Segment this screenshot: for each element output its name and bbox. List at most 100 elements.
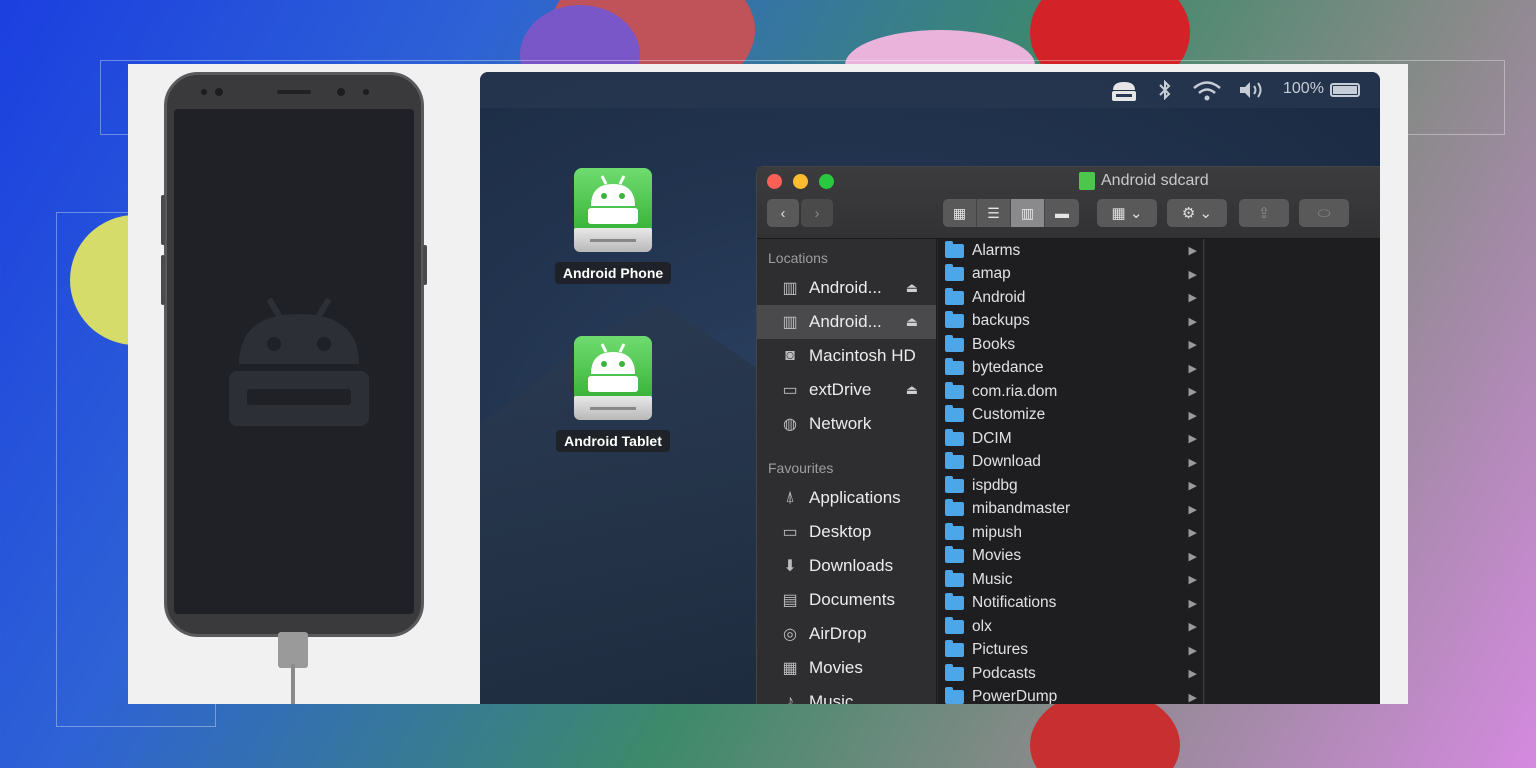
phone-sensor bbox=[201, 89, 207, 95]
desktop-icon-label: Android Phone bbox=[554, 262, 672, 284]
eject-icon[interactable]: ⏏ bbox=[906, 314, 918, 330]
sidebar-item-music[interactable]: ♪ Music bbox=[757, 685, 936, 704]
folder-row[interactable]: Music ▶ bbox=[938, 568, 1203, 592]
battery-icon[interactable] bbox=[1330, 83, 1360, 97]
chevron-right-icon: ▶ bbox=[1188, 691, 1197, 704]
folder-name: mipush bbox=[972, 523, 1022, 541]
download-icon: ⬇ bbox=[783, 558, 797, 575]
sidebar-item-label: Desktop bbox=[809, 522, 872, 541]
folder-row[interactable]: mibandmaster ▶ bbox=[938, 498, 1203, 522]
close-window-button[interactable] bbox=[767, 174, 782, 189]
sidebar-item-macintosh-hd[interactable]: ◙ Macintosh HD bbox=[757, 339, 936, 373]
folder-row[interactable]: Podcasts ▶ bbox=[938, 662, 1203, 686]
phone-sensor bbox=[363, 89, 369, 95]
gallery-view-button[interactable]: ▬ bbox=[1045, 199, 1079, 227]
folder-name: Alarms bbox=[972, 241, 1021, 259]
folder-row[interactable]: Movies ▶ bbox=[938, 545, 1203, 569]
folder-row[interactable]: Notifications ▶ bbox=[938, 592, 1203, 616]
sidebar-item-extdrive[interactable]: ▭ extDrive ⏏ bbox=[757, 373, 936, 407]
folder-row[interactable]: com.ria.dom ▶ bbox=[938, 380, 1203, 404]
globe-icon: ◍ bbox=[783, 416, 797, 433]
chevron-right-icon: ▶ bbox=[1188, 527, 1197, 540]
sidebar-item-android-2[interactable]: ▥ Android... ⏏ bbox=[757, 305, 936, 339]
list-view-button[interactable]: ☰ bbox=[977, 199, 1011, 227]
folder-row[interactable]: mipush ▶ bbox=[938, 521, 1203, 545]
bluetooth-icon[interactable] bbox=[1156, 79, 1174, 105]
sidebar-item-android-1[interactable]: ▥ Android... ⏏ bbox=[757, 271, 936, 305]
sidebar-item-label: Music bbox=[809, 692, 854, 704]
music-note-icon: ♪ bbox=[786, 693, 794, 704]
desktop-icon-android-phone[interactable]: Android Phone bbox=[548, 168, 678, 284]
sidebar-item-label: Android... bbox=[809, 278, 882, 297]
group-by-dropdown[interactable]: ▦ ⌄ bbox=[1097, 199, 1157, 227]
eject-icon[interactable]: ⏏ bbox=[906, 280, 918, 296]
folder-icon bbox=[945, 475, 964, 493]
sidebar-item-network[interactable]: ◍ Network bbox=[757, 407, 936, 441]
folder-icon bbox=[945, 311, 964, 329]
folder-icon bbox=[945, 264, 964, 282]
folder-name: Customize bbox=[972, 406, 1046, 424]
folder-icon bbox=[945, 287, 964, 305]
folder-row[interactable]: Download ▶ bbox=[938, 451, 1203, 475]
finder-window: Android sdcard ‹ › ▦ ☰ ▥ ▬ ▦ ⌄ ⚙ ⌄ ⇪ ⬭ L… bbox=[756, 166, 1380, 704]
folder-row[interactable]: backups ▶ bbox=[938, 310, 1203, 334]
sidebar-item-label: Network bbox=[809, 414, 872, 433]
sidebar-item-applications[interactable]: ⍋ Applications bbox=[757, 481, 936, 515]
folder-row[interactable]: Pictures ▶ bbox=[938, 639, 1203, 663]
folder-row[interactable]: Books ▶ bbox=[938, 333, 1203, 357]
android-drive-icon bbox=[574, 168, 652, 254]
folder-icon bbox=[945, 616, 964, 634]
folder-icon bbox=[945, 640, 964, 658]
folder-row[interactable]: Customize ▶ bbox=[938, 404, 1203, 428]
android-menu-icon[interactable] bbox=[1110, 80, 1138, 107]
folder-row[interactable]: Android ▶ bbox=[938, 286, 1203, 310]
android-phone-device bbox=[161, 72, 427, 637]
sidebar-item-label: Android... bbox=[809, 312, 882, 331]
forward-button[interactable]: › bbox=[801, 199, 833, 227]
minimize-window-button[interactable] bbox=[793, 174, 808, 189]
window-title: Android sdcard bbox=[1079, 172, 1209, 190]
drive-icon: ▥ bbox=[782, 314, 798, 331]
sidebar-item-label: Applications bbox=[809, 488, 901, 507]
sidebar-item-label: extDrive bbox=[809, 380, 872, 399]
share-button[interactable]: ⇪ bbox=[1239, 199, 1289, 227]
chevron-right-icon: ▶ bbox=[1188, 292, 1197, 305]
tag-button[interactable]: ⬭ bbox=[1299, 199, 1349, 227]
phone-screen bbox=[174, 109, 414, 614]
folder-row[interactable]: amap ▶ bbox=[938, 263, 1203, 287]
folder-row[interactable]: olx ▶ bbox=[938, 615, 1203, 639]
folder-icon bbox=[945, 522, 964, 540]
sidebar-item-movies[interactable]: ▦ Movies bbox=[757, 651, 936, 685]
folder-column: Alarms ▶ amap ▶ Android ▶ backups ▶ Books ▶ byteda… bbox=[938, 239, 1204, 704]
desktop-icon: ▭ bbox=[782, 524, 798, 541]
folder-row[interactable]: DCIM ▶ bbox=[938, 427, 1203, 451]
chevron-right-icon: ▶ bbox=[1188, 386, 1197, 399]
desktop-icon-label: Android Tablet bbox=[556, 430, 670, 452]
phone-power-button bbox=[423, 245, 427, 285]
folder-row[interactable]: Alarms ▶ bbox=[938, 239, 1203, 263]
zoom-window-button[interactable] bbox=[819, 174, 834, 189]
action-menu-button[interactable]: ⚙ ⌄ bbox=[1167, 199, 1227, 227]
phone-volume-button bbox=[161, 195, 165, 245]
sidebar-item-airdrop[interactable]: ◎ AirDrop bbox=[757, 617, 936, 651]
back-button[interactable]: ‹ bbox=[767, 199, 799, 227]
folder-name: bytedance bbox=[972, 359, 1044, 377]
drive-icon: ▥ bbox=[782, 280, 798, 297]
sidebar-item-desktop[interactable]: ▭ Desktop bbox=[757, 515, 936, 549]
sidebar-item-label: Movies bbox=[809, 658, 863, 677]
column-view-button[interactable]: ▥ bbox=[1011, 199, 1045, 227]
folder-row[interactable]: bytedance ▶ bbox=[938, 357, 1203, 381]
eject-icon[interactable]: ⏏ bbox=[906, 382, 918, 398]
sidebar-item-documents[interactable]: ▤ Documents bbox=[757, 583, 936, 617]
folder-row[interactable]: PowerDump ▶ bbox=[938, 686, 1203, 704]
wifi-icon[interactable] bbox=[1192, 80, 1222, 107]
folder-name: Download bbox=[972, 453, 1041, 471]
sidebar-item-downloads[interactable]: ⬇ Downloads bbox=[757, 549, 936, 583]
folder-name: ispdbg bbox=[972, 476, 1018, 494]
desktop-icon-android-tablet[interactable]: Android Tablet bbox=[548, 336, 678, 452]
chevron-right-icon: ▶ bbox=[1188, 268, 1197, 281]
icon-view-button[interactable]: ▦ bbox=[943, 199, 977, 227]
folder-name: olx bbox=[972, 617, 992, 635]
folder-row[interactable]: ispdbg ▶ bbox=[938, 474, 1203, 498]
volume-icon[interactable] bbox=[1238, 80, 1266, 105]
